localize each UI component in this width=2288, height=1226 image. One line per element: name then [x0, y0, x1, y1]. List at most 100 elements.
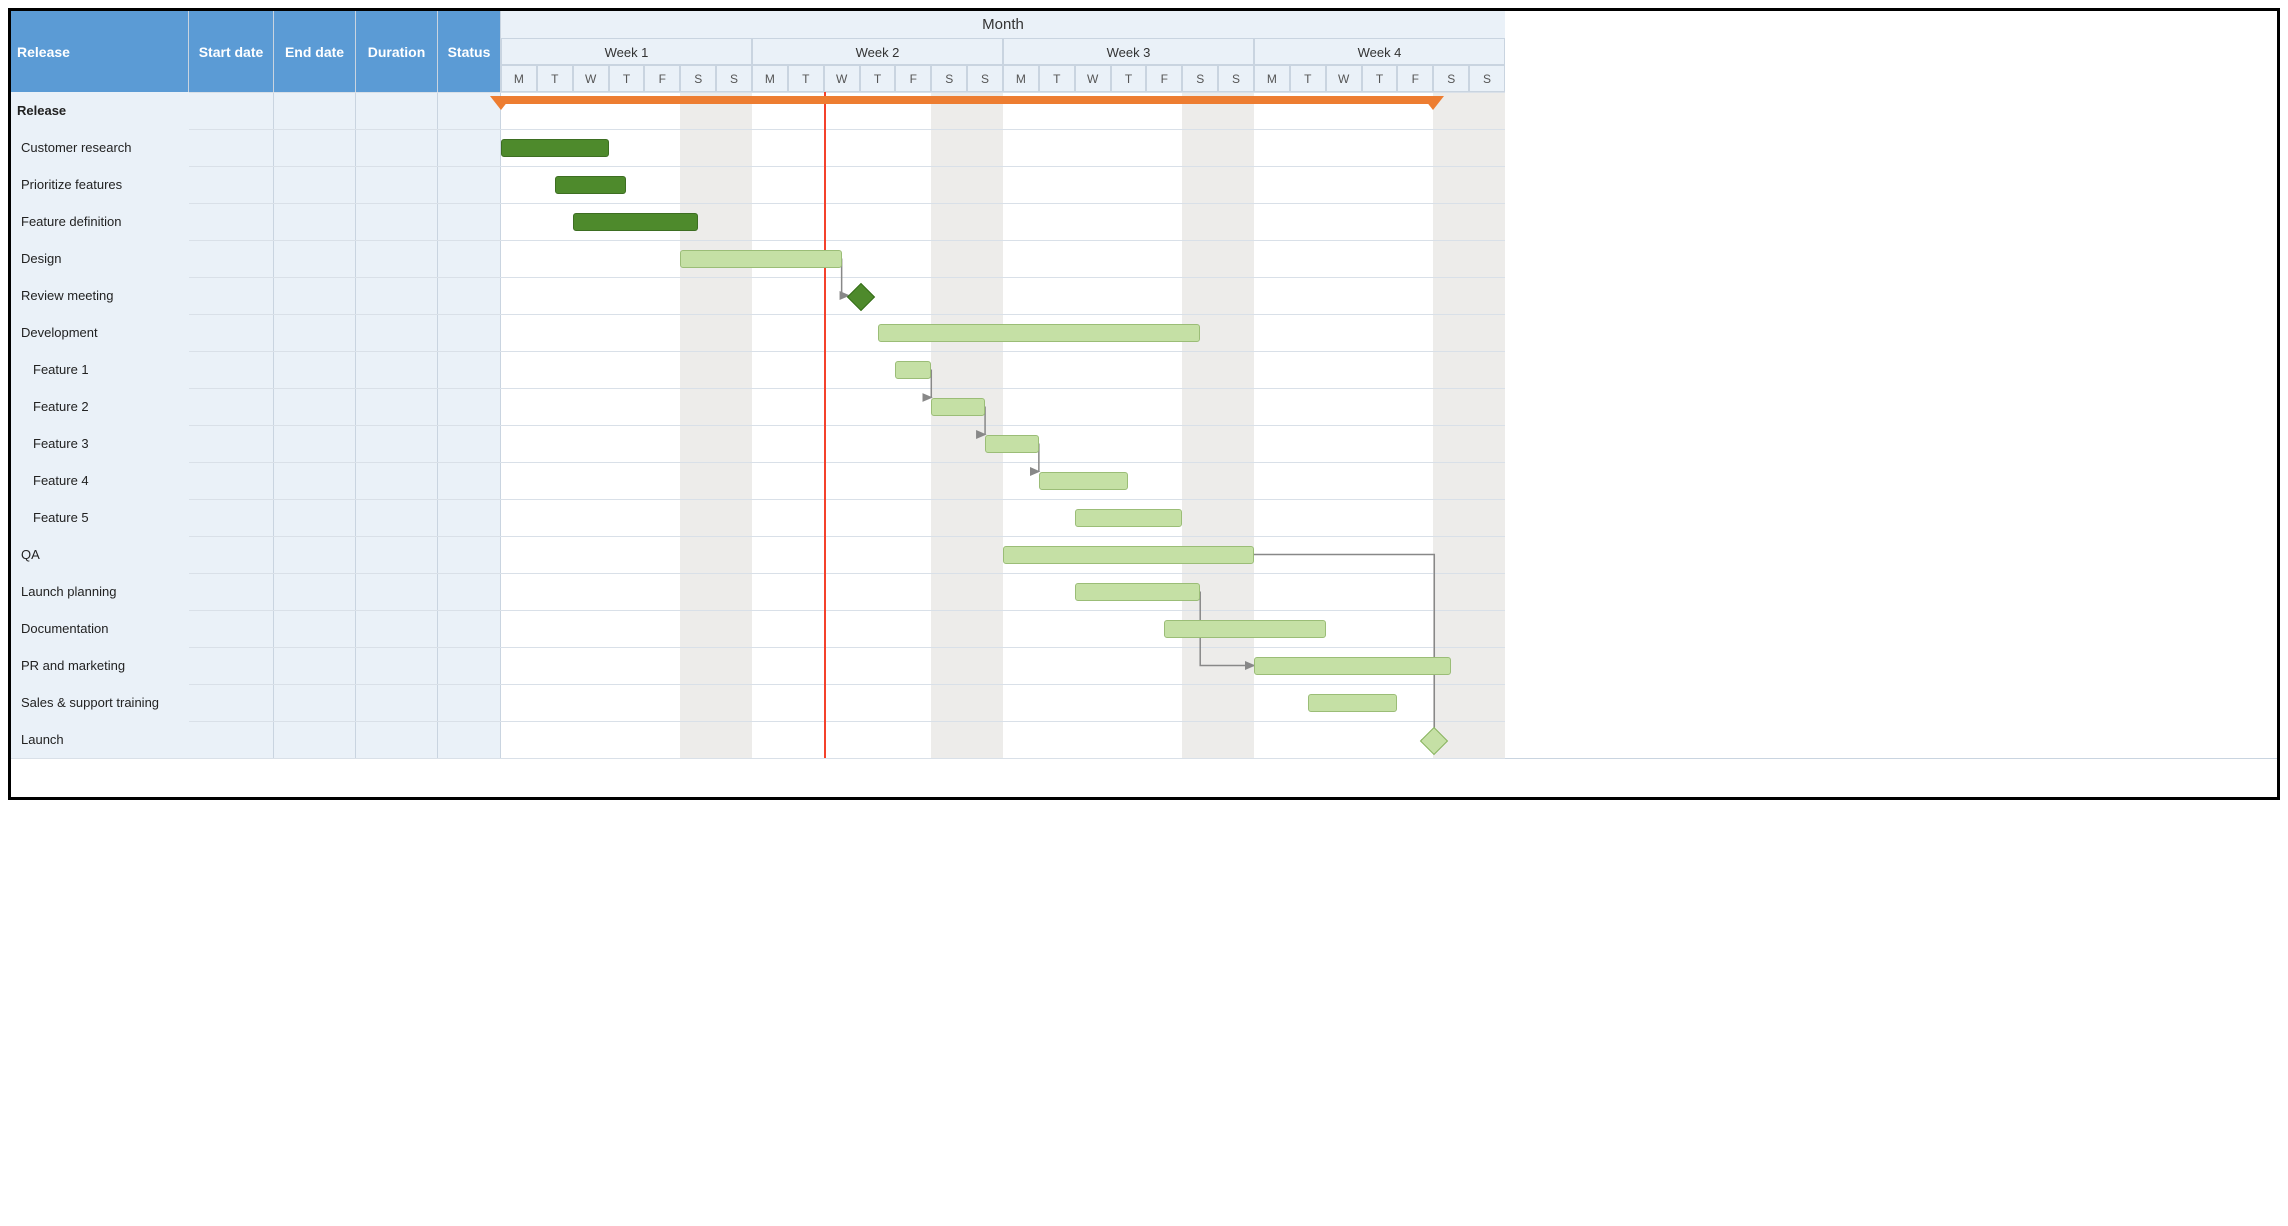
task-label: Prioritize features	[11, 166, 189, 203]
task-bar[interactable]	[573, 213, 699, 231]
column-header-start: Start date	[189, 11, 274, 92]
task-label: Feature 5	[11, 499, 189, 536]
task-bar[interactable]	[1075, 509, 1183, 527]
task-bar[interactable]	[680, 250, 841, 268]
row-divider	[11, 573, 1505, 574]
timeline-day-header: S	[967, 65, 1003, 92]
column-header-end: End date	[274, 11, 356, 92]
timeline-day-header: T	[860, 65, 896, 92]
row-divider	[11, 166, 1505, 167]
table-column-bg	[356, 11, 438, 758]
timeline-day-header: F	[644, 65, 680, 92]
task-bar[interactable]	[1003, 546, 1254, 564]
today-marker	[824, 92, 826, 758]
timeline-day-header: M	[1254, 65, 1290, 92]
row-divider	[11, 351, 1505, 352]
task-label: Documentation	[11, 610, 189, 647]
task-label: Launch	[11, 721, 189, 758]
timeline-day-header: W	[1326, 65, 1362, 92]
row-divider	[11, 499, 1505, 500]
task-label: Feature definition	[11, 203, 189, 240]
task-bar[interactable]	[878, 324, 1201, 342]
task-label: Feature 2	[11, 388, 189, 425]
timeline-week-header: Week 1	[501, 38, 752, 65]
row-divider	[11, 721, 1505, 722]
task-bar[interactable]	[1308, 694, 1398, 712]
row-divider	[11, 536, 1505, 537]
summary-start-marker	[490, 96, 512, 110]
timeline-week-header: Week 2	[752, 38, 1003, 65]
timeline-day-header: S	[1469, 65, 1505, 92]
summary-bar[interactable]	[501, 96, 1433, 104]
table-column-bg	[438, 11, 501, 758]
task-label: Feature 3	[11, 425, 189, 462]
task-label: PR and marketing	[11, 647, 189, 684]
row-divider	[11, 92, 1505, 93]
column-header-status: Status	[438, 11, 501, 92]
timeline-day-header: F	[1397, 65, 1433, 92]
timeline-day-header: T	[1362, 65, 1398, 92]
row-divider	[11, 388, 1505, 389]
timeline-day-header: S	[1433, 65, 1469, 92]
timeline-day-header: W	[573, 65, 609, 92]
task-label: Development	[11, 314, 189, 351]
timeline-week-header: Week 3	[1003, 38, 1254, 65]
timeline-day-header: F	[1146, 65, 1182, 92]
column-header-release: Release	[11, 11, 189, 92]
row-divider	[11, 610, 1505, 611]
timeline-day-header: S	[1218, 65, 1254, 92]
timeline-month-header: Month	[501, 11, 1505, 39]
task-bar[interactable]	[1039, 472, 1129, 490]
timeline-day-header: W	[1075, 65, 1111, 92]
gantt-chart: ReleaseStart dateEnd dateDurationStatusM…	[11, 11, 1505, 758]
timeline-day-header: S	[931, 65, 967, 92]
timeline-day-header: T	[609, 65, 645, 92]
timeline-day-header: F	[895, 65, 931, 92]
timeline-day-header: S	[716, 65, 752, 92]
timeline-week-header: Week 4	[1254, 38, 1505, 65]
task-label: Sales & support training	[11, 684, 189, 721]
row-divider	[11, 462, 1505, 463]
task-label: Release	[11, 92, 189, 129]
timeline-day-header: T	[788, 65, 824, 92]
task-bar[interactable]	[931, 398, 985, 416]
timeline-day-header: S	[680, 65, 716, 92]
row-divider	[11, 129, 1505, 130]
footer-blank	[11, 758, 2277, 797]
milestone-marker[interactable]	[846, 282, 874, 310]
timeline-day-header: T	[537, 65, 573, 92]
task-bar[interactable]	[1075, 583, 1201, 601]
task-bar[interactable]	[985, 435, 1039, 453]
timeline-day-header: T	[1111, 65, 1147, 92]
timeline-day-header: T	[1039, 65, 1075, 92]
timeline-day-header: M	[501, 65, 537, 92]
row-divider	[11, 203, 1505, 204]
task-bar[interactable]	[895, 361, 931, 379]
column-header-duration: Duration	[356, 11, 438, 92]
task-label: Launch planning	[11, 573, 189, 610]
task-label: Feature 1	[11, 351, 189, 388]
table-column-bg	[189, 11, 274, 758]
timeline-day-header: M	[1003, 65, 1039, 92]
row-divider	[11, 684, 1505, 685]
task-bar[interactable]	[1254, 657, 1451, 675]
table-column-bg	[274, 11, 356, 758]
task-label: Feature 4	[11, 462, 189, 499]
timeline-day-header: T	[1290, 65, 1326, 92]
row-divider	[11, 314, 1505, 315]
timeline-day-header: M	[752, 65, 788, 92]
row-divider	[11, 277, 1505, 278]
task-bar[interactable]	[501, 139, 609, 157]
row-divider	[11, 647, 1505, 648]
task-label: Review meeting	[11, 277, 189, 314]
task-bar[interactable]	[1164, 620, 1325, 638]
row-divider	[11, 758, 1505, 759]
task-label: Customer research	[11, 129, 189, 166]
timeline-day-header: W	[824, 65, 860, 92]
timeline-day-header: S	[1182, 65, 1218, 92]
task-bar[interactable]	[555, 176, 627, 194]
row-divider	[11, 240, 1505, 241]
summary-end-marker	[1422, 96, 1444, 110]
row-divider	[11, 425, 1505, 426]
task-label: Design	[11, 240, 189, 277]
